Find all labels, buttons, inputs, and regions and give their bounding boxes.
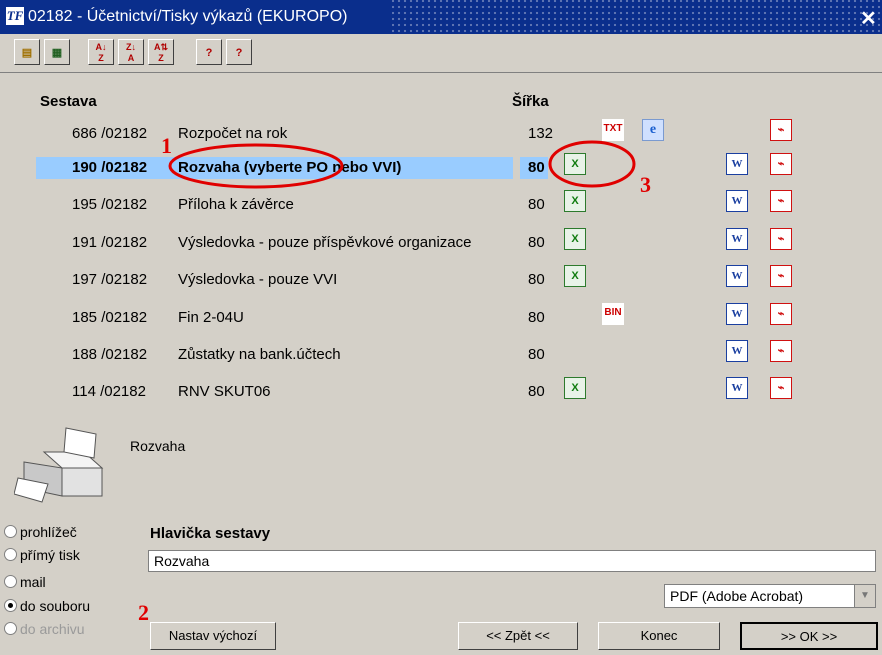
annotation-label-3: 3: [640, 172, 651, 197]
annotation-layer: [168, 140, 636, 189]
annotation-ellipse-3: [548, 140, 636, 188]
annotation-ellipse-1: [168, 143, 344, 189]
annotation-label-1: 1: [161, 133, 172, 158]
annotation-label-2: 2: [138, 600, 149, 625]
